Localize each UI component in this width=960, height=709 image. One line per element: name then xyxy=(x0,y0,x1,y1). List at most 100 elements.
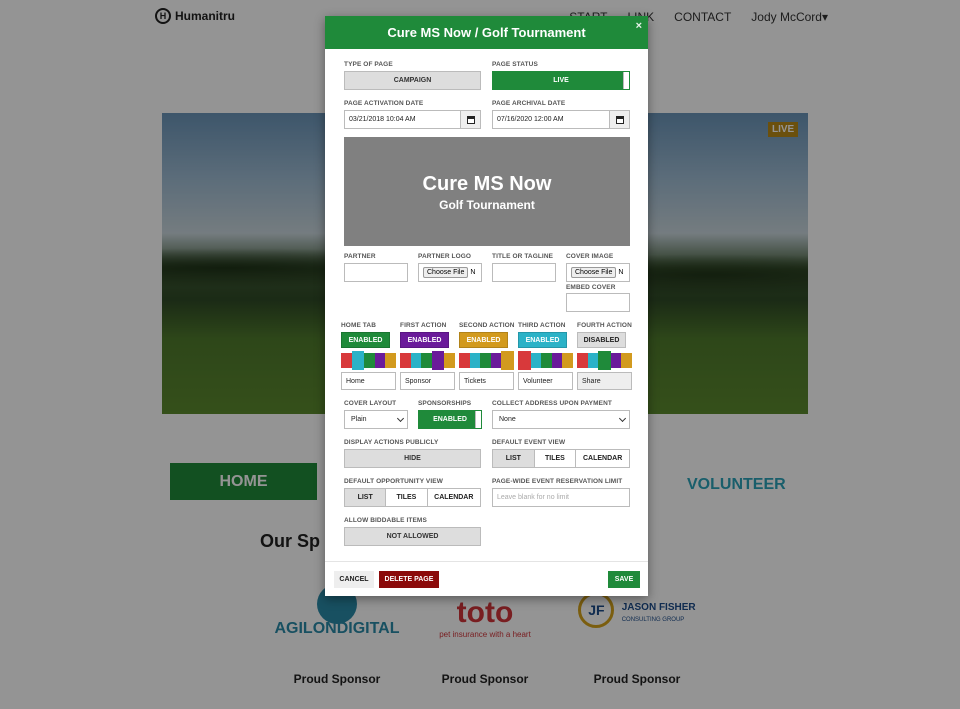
page-status-toggle[interactable]: LIVE xyxy=(492,71,630,90)
cover-layout-select[interactable]: Plain xyxy=(344,410,408,429)
action-state-toggle[interactable]: ENABLED xyxy=(341,332,390,348)
color-swatch[interactable] xyxy=(598,351,611,370)
file-status: N xyxy=(470,269,476,276)
action-name-input[interactable]: Tickets xyxy=(459,372,514,390)
action-state-value: ENABLED xyxy=(525,336,560,344)
cover-layout-value: Plain xyxy=(351,416,367,423)
color-swatch[interactable] xyxy=(374,353,386,368)
color-swatch[interactable] xyxy=(541,353,552,368)
archival-date-input[interactable]: 07/16/2020 12:00 AM xyxy=(492,110,630,129)
biddable-items-label: ALLOW BIDDABLE ITEMS xyxy=(344,517,427,524)
color-swatch[interactable] xyxy=(562,353,573,368)
reservation-limit-placeholder: Leave blank for no limit xyxy=(497,494,569,501)
reservation-limit-input[interactable]: Leave blank for no limit xyxy=(492,488,630,507)
partner-input[interactable] xyxy=(344,263,408,282)
color-swatch[interactable] xyxy=(577,353,588,368)
cover-layout-label: COVER LAYOUT xyxy=(344,400,397,407)
event-view-calendar[interactable]: CALENDAR xyxy=(576,450,629,467)
color-swatch[interactable] xyxy=(431,351,445,370)
color-swatch[interactable] xyxy=(385,353,396,368)
color-swatches xyxy=(341,351,396,370)
chevron-down-icon xyxy=(618,414,627,423)
display-actions-value: HIDE xyxy=(404,455,421,462)
action-state-value: ENABLED xyxy=(348,336,383,344)
collect-address-value: None xyxy=(499,416,516,423)
action-state-value: ENABLED xyxy=(466,336,501,344)
color-swatch[interactable] xyxy=(410,353,422,368)
default-event-view-label: DEFAULT EVENT VIEW xyxy=(492,439,566,446)
action-state-toggle[interactable]: ENABLED xyxy=(518,332,567,348)
save-button[interactable]: SAVE xyxy=(608,571,640,588)
action-label: SECOND ACTION xyxy=(459,322,515,329)
color-swatch[interactable] xyxy=(400,353,411,368)
action-name-input[interactable]: Volunteer xyxy=(518,372,573,390)
calendar-icon xyxy=(466,115,475,124)
display-actions-toggle[interactable]: HIDE xyxy=(344,449,481,468)
action-state-value: DISABLED xyxy=(583,336,620,344)
preview-title: Cure MS Now xyxy=(422,173,552,195)
type-of-page-toggle[interactable]: CAMPAIGN xyxy=(344,71,481,90)
embed-cover-label: EMBED COVER xyxy=(566,284,616,291)
color-swatch[interactable] xyxy=(621,353,632,368)
action-name-value: Home xyxy=(346,377,365,385)
color-swatch[interactable] xyxy=(587,353,599,368)
collect-address-select[interactable]: None xyxy=(492,410,630,429)
action-name-input[interactable]: Share xyxy=(577,372,632,390)
color-swatch[interactable] xyxy=(518,351,531,370)
delete-page-button[interactable]: DELETE PAGE xyxy=(379,571,439,588)
choose-file-button[interactable]: Choose File xyxy=(571,267,617,278)
biddable-items-value: NOT ALLOWED xyxy=(386,533,439,540)
color-swatch[interactable] xyxy=(459,353,470,368)
action-name-value: Sponsor xyxy=(405,377,432,385)
color-swatch[interactable] xyxy=(501,351,514,370)
color-swatch[interactable] xyxy=(341,353,352,368)
modal-title: Cure MS Now / Golf Tournament xyxy=(387,25,586,40)
opportunity-view-list[interactable]: LIST xyxy=(345,489,387,506)
choose-file-button[interactable]: Choose File xyxy=(423,267,469,278)
collect-address-label: COLLECT ADDRESS UPON PAYMENT xyxy=(492,400,612,407)
partner-label: PARTNER xyxy=(344,253,376,260)
event-view-list[interactable]: LIST xyxy=(493,450,535,467)
cover-image-file[interactable]: Choose File N xyxy=(566,263,630,282)
calendar-button[interactable] xyxy=(460,111,480,128)
action-label: FIRST ACTION xyxy=(400,322,447,329)
color-swatch[interactable] xyxy=(480,353,491,368)
title-tagline-input[interactable] xyxy=(492,263,556,282)
archival-date-label: PAGE ARCHIVAL DATE xyxy=(492,100,566,107)
event-view-tiles[interactable]: TILES xyxy=(535,450,577,467)
display-actions-label: DISPLAY ACTIONS PUBLICLY xyxy=(344,439,439,446)
action-name-value: Volunteer xyxy=(523,377,553,385)
modal-footer: CANCEL DELETE PAGE SAVE xyxy=(325,561,648,596)
color-swatch[interactable] xyxy=(364,353,375,368)
action-state-toggle[interactable]: ENABLED xyxy=(459,332,508,348)
color-swatch[interactable] xyxy=(469,353,481,368)
close-icon[interactable]: × xyxy=(636,20,642,32)
color-swatch[interactable] xyxy=(610,353,622,368)
color-swatch[interactable] xyxy=(421,353,432,368)
action-state-toggle[interactable]: ENABLED xyxy=(400,332,449,348)
action-state-toggle[interactable]: DISABLED xyxy=(577,332,626,348)
color-swatch[interactable] xyxy=(490,353,502,368)
embed-cover-input[interactable] xyxy=(566,293,630,312)
biddable-items-toggle[interactable]: NOT ALLOWED xyxy=(344,527,481,546)
opportunity-view-tiles[interactable]: TILES xyxy=(386,489,428,506)
activation-date-input[interactable]: 03/21/2018 10:04 AM xyxy=(344,110,481,129)
action-name-input[interactable]: Home xyxy=(341,372,396,390)
calendar-button[interactable] xyxy=(609,111,629,128)
reservation-limit-label: PAGE-WIDE EVENT RESERVATION LIMIT xyxy=(492,478,623,485)
file-status: N xyxy=(618,269,624,276)
partner-logo-file[interactable]: Choose File N xyxy=(418,263,482,282)
color-swatch[interactable] xyxy=(444,353,455,368)
partner-logo-label: PARTNER LOGO xyxy=(418,253,472,260)
color-swatch[interactable] xyxy=(351,351,365,370)
type-of-page-value: CAMPAIGN xyxy=(393,77,432,84)
activation-date-label: PAGE ACTIVATION DATE xyxy=(344,100,424,107)
opportunity-view-calendar[interactable]: CALENDAR xyxy=(428,489,480,506)
action-name-input[interactable]: Sponsor xyxy=(400,372,455,390)
cover-image-label: COVER IMAGE xyxy=(566,253,614,260)
color-swatches xyxy=(518,351,573,370)
cancel-button[interactable]: CANCEL xyxy=(334,571,374,588)
color-swatch[interactable] xyxy=(551,353,563,368)
sponsorships-toggle[interactable]: ENABLED xyxy=(418,410,482,429)
color-swatch[interactable] xyxy=(530,353,542,368)
